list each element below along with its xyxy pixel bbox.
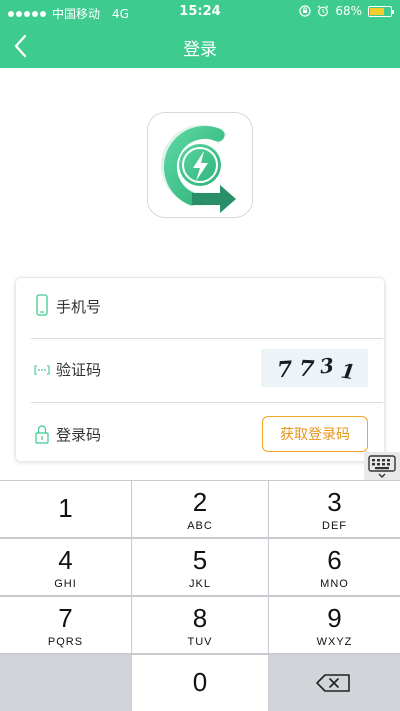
header: 中国移动 4G 15:24 68% 登录 [0,0,400,68]
key-digit: 9 [327,603,342,633]
captcha-char: 3 [319,353,335,378]
captcha-image[interactable]: 7 7 3 1 [261,349,368,387]
key-digit: 1 [58,493,73,523]
key-letters: WXYZ [316,636,353,648]
captcha-char: 1 [339,359,356,385]
key-digit: 0 [192,667,208,697]
key-letters: MNO [320,578,349,590]
get-code-button[interactable]: 获取登录码 [262,416,368,452]
app-logo [147,112,253,218]
battery-fill [370,7,384,15]
key-9[interactable]: 9 WXYZ [269,597,400,653]
code-label: 登录码 [56,426,102,444]
key-letters: TUV [187,636,213,648]
orientation-lock-icon [299,5,311,17]
key-digit: 4 [58,545,73,575]
key-digit: 6 [327,545,342,575]
key-digit: 8 [192,603,208,633]
login-form: 手机号 验证码 7 7 3 1 登录码 获取登录码 [15,277,385,462]
captcha-label: 验证码 [56,361,102,379]
key-letters: PQRS [47,636,84,648]
divider [31,338,383,339]
key-2[interactable]: 2 ABC [132,481,268,537]
status-right: 68% [299,4,394,18]
key-4[interactable]: 4 GHI [0,539,131,595]
phone-row[interactable]: 手机号 [16,278,386,338]
key-1[interactable]: 1 [0,481,131,537]
key-3[interactable]: 3 DEF [269,481,400,537]
key-digit: 2 [192,487,208,517]
key-8[interactable]: 8 TUV [132,597,268,653]
phone-label: 手机号 [56,298,102,316]
key-blank [0,655,131,711]
key-letters: DEF [322,520,347,532]
key-digit: 3 [327,487,342,517]
keyboard-toggle-button[interactable] [364,452,400,480]
page-title: 登录 [183,40,217,60]
phone-icon [36,294,48,316]
key-letters: ABC [187,520,213,532]
key-7[interactable]: 7 PQRS [0,597,131,653]
key-letters: JKL [189,578,211,590]
nav-bar: 登录 [0,24,400,68]
key-0[interactable]: 0 [132,655,268,711]
divider [31,402,383,403]
app-logo-icon [160,124,236,213]
key-6[interactable]: 6 MNO [269,539,400,595]
status-bar: 中国移动 4G 15:24 68% [0,0,400,24]
battery-icon [368,5,394,17]
key-letters: GHI [54,578,77,590]
key-5[interactable]: 5 JKL [132,539,268,595]
backspace-icon [316,674,350,692]
key-digit: 5 [192,545,208,575]
lock-icon [35,425,49,444]
alarm-icon [317,5,329,17]
delete-key[interactable] [269,655,400,711]
numeric-keypad: 1 2 ABC 3 DEF 4 GHI 5 JKL 6 MNO 7 PQRS 8… [0,480,400,711]
captcha-picture: 7 7 3 1 [276,353,356,385]
captcha-char: 7 [298,356,315,383]
keyboard-icon [368,455,396,478]
key-digit: 7 [58,603,73,633]
captcha-char: 7 [276,356,294,383]
captcha-icon [34,365,50,375]
battery-percent: 68% [335,4,362,18]
